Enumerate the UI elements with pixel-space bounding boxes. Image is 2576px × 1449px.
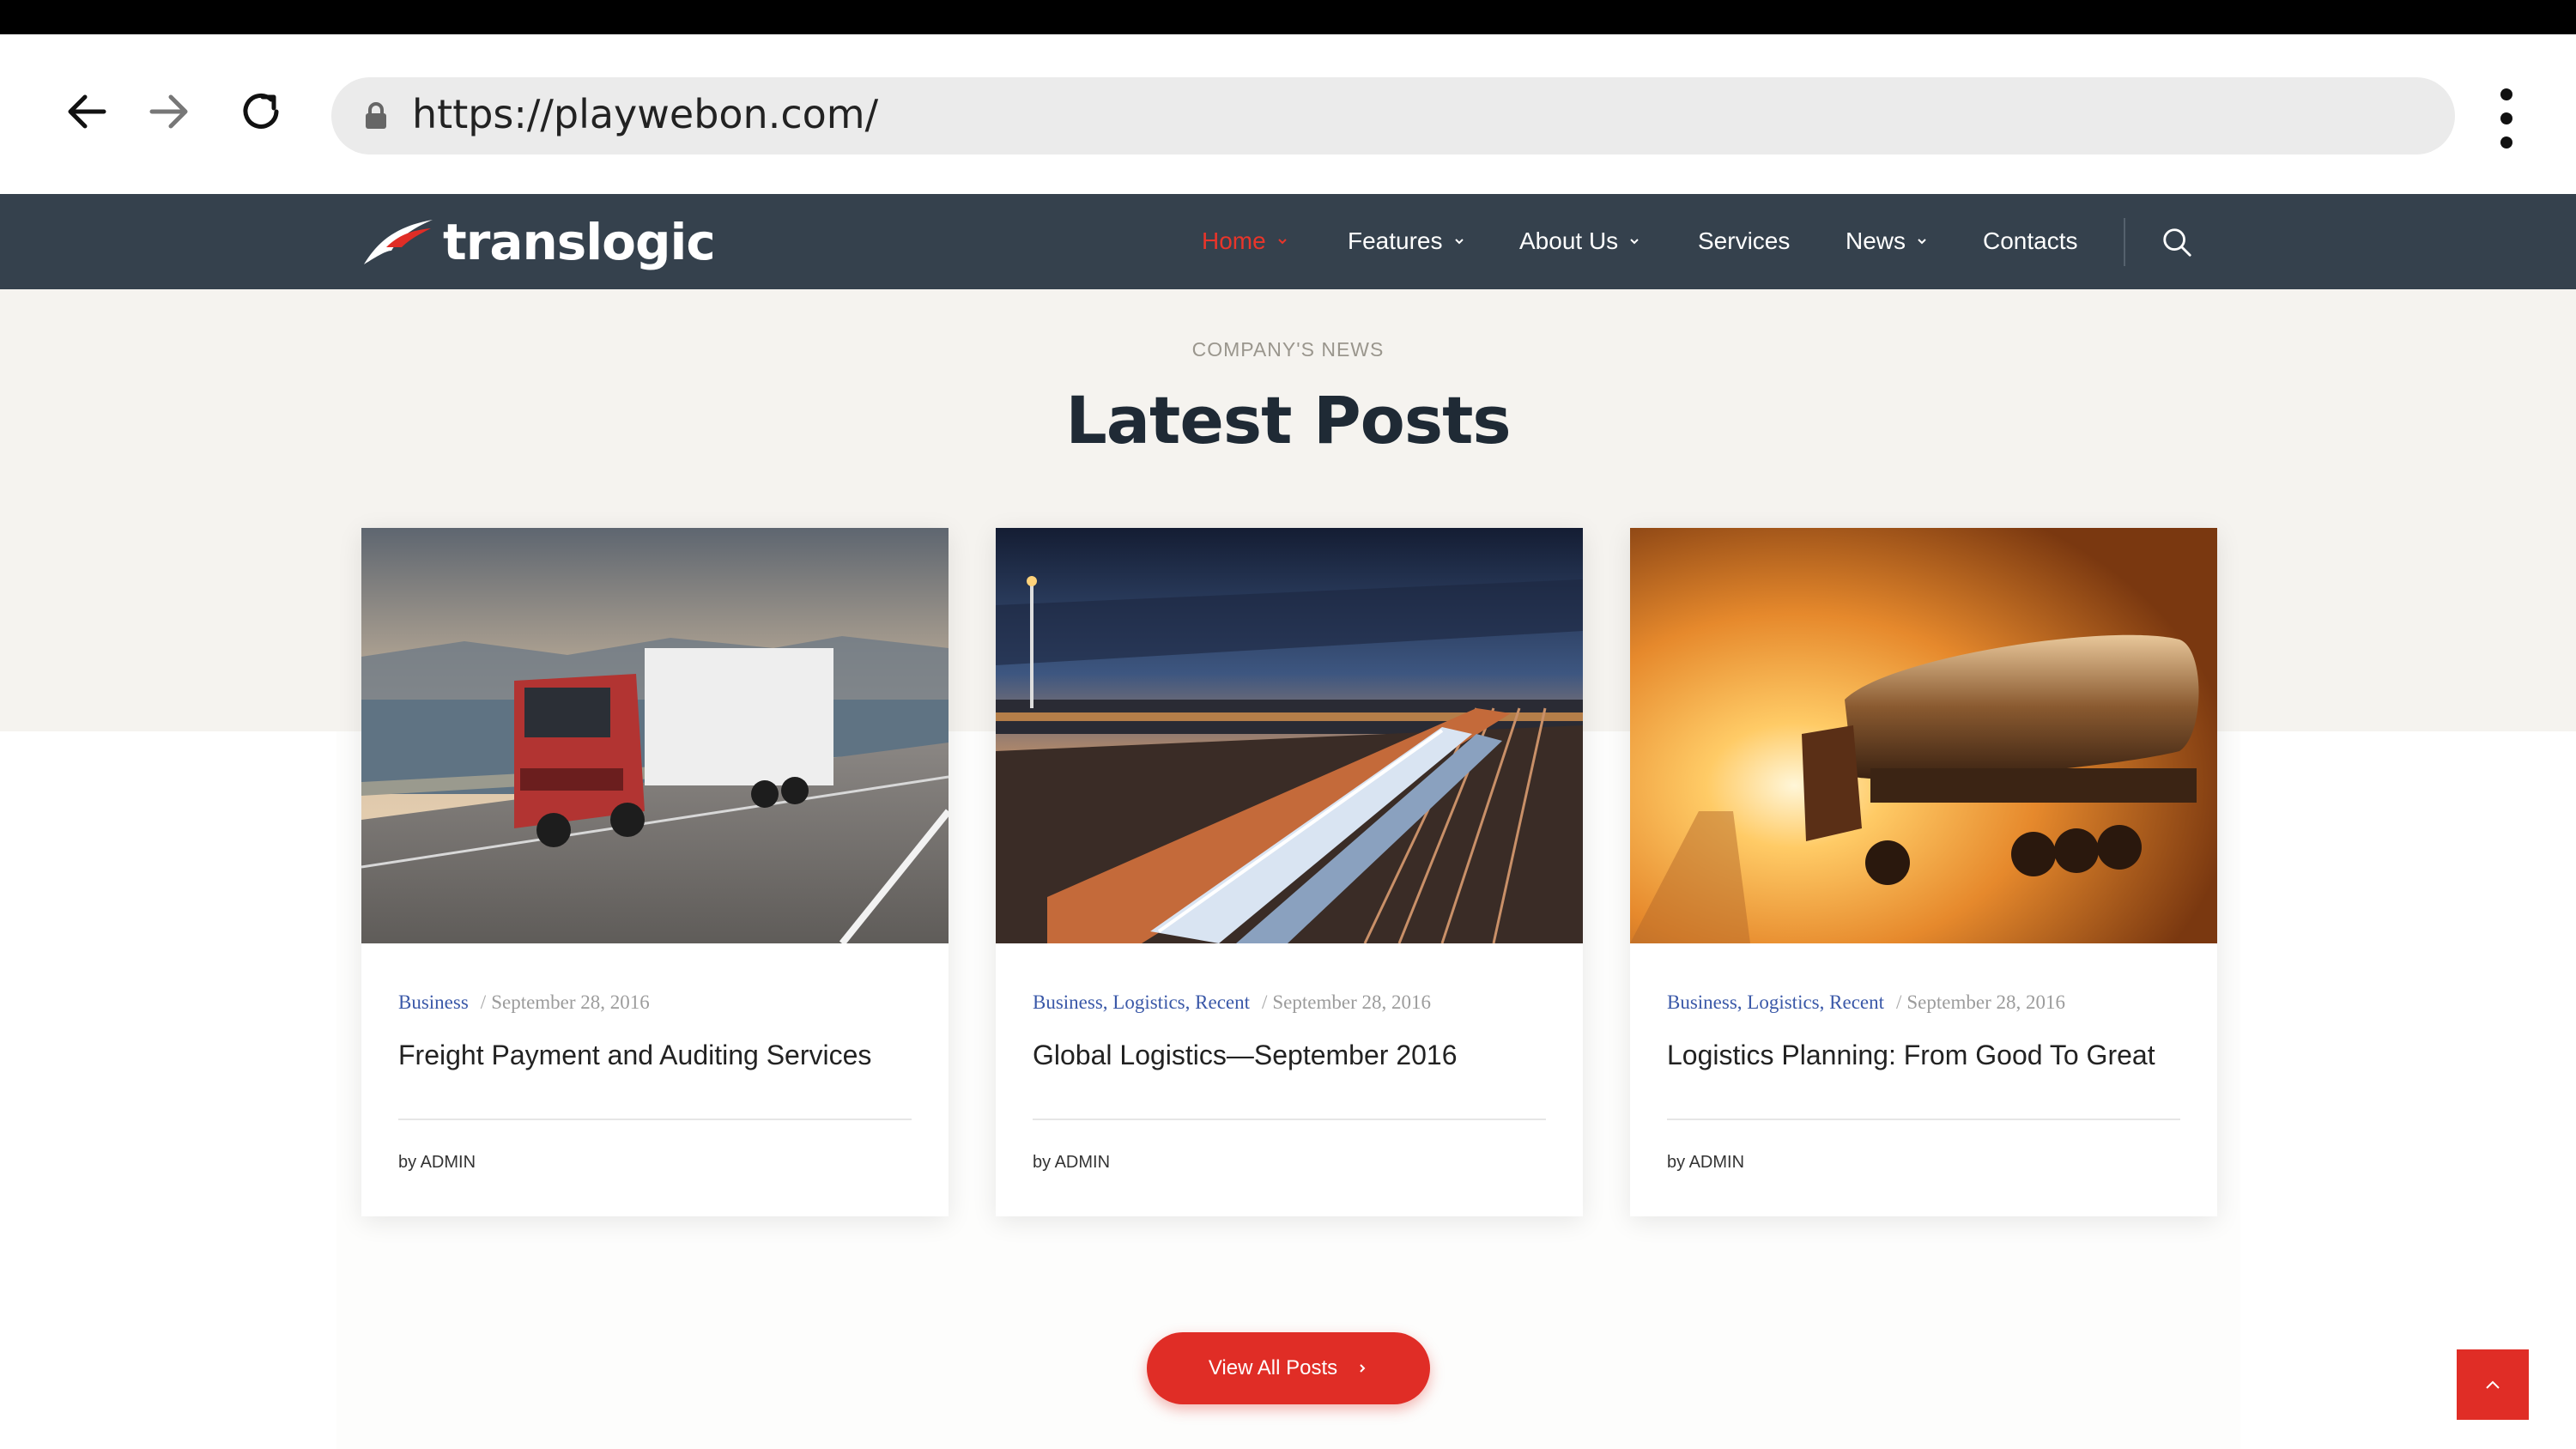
back-button[interactable]	[57, 82, 117, 142]
post-card[interactable]: Business, Logistics, Recent / September 28…	[996, 528, 1583, 1216]
category-link[interactable]: Recent	[1195, 991, 1250, 1013]
card-divider	[1667, 1119, 2180, 1120]
post-title[interactable]: Global Logistics—September 2016	[1033, 1040, 1458, 1071]
kebab-menu-icon	[2500, 88, 2512, 100]
post-date: September 28, 2016	[491, 991, 650, 1013]
nav-label: About Us	[1519, 227, 1619, 254]
post-image-tanker[interactable]	[1630, 528, 2217, 943]
search-button[interactable]	[2156, 218, 2197, 266]
category-link[interactable]: Logistics	[1112, 991, 1185, 1013]
nav-item-features[interactable]: Features	[1348, 220, 1465, 263]
post-meta: Business, Logistics, Recent / September 28…	[1667, 991, 2065, 1013]
nav-label: Home	[1202, 227, 1266, 254]
post-image-rail-yard[interactable]	[996, 528, 1583, 943]
chevron-down-icon	[1277, 239, 1287, 245]
post-meta: Business / September 28, 2016	[398, 991, 650, 1013]
arrow-right-icon	[149, 94, 188, 129]
chevron-down-icon	[1630, 239, 1639, 245]
logo-text: translogic	[443, 212, 716, 271]
post-author: by ADMIN	[1033, 1153, 1111, 1172]
card-divider	[1033, 1119, 1546, 1120]
post-author: by ADMIN	[1667, 1153, 1745, 1172]
section-eyebrow: COMPANY'S NEWS	[1191, 338, 1385, 361]
logo-swoosh-icon	[364, 219, 433, 264]
nav-label: News	[1846, 227, 1906, 254]
nav-item-news[interactable]: News	[1846, 220, 1928, 263]
chevron-up-icon	[2486, 1380, 2500, 1389]
nav-item-home[interactable]: Home	[1202, 220, 1288, 263]
reload-button[interactable]	[231, 82, 291, 142]
url-text[interactable]: https://playwebon.com/	[412, 91, 878, 137]
post-title[interactable]: Freight Payment and Auditing Services	[398, 1040, 871, 1071]
nav-item-services[interactable]: Services	[1698, 220, 1790, 263]
post-author: by ADMIN	[398, 1153, 476, 1172]
chevron-down-icon	[1454, 239, 1464, 245]
category-link[interactable]: Recent	[1829, 991, 1884, 1013]
nav-label: Services	[1698, 227, 1791, 254]
post-card[interactable]: Business / September 28, 2016 Freight Paym…	[361, 528, 949, 1216]
site-header: translogic Home Features About Us Servic…	[0, 194, 2576, 289]
chevron-right-icon	[1360, 1364, 1366, 1373]
lock-icon	[366, 102, 386, 129]
view-all-posts-button[interactable]: View All Posts	[1147, 1332, 1430, 1404]
category-link[interactable]: Business	[1033, 991, 1103, 1013]
reload-icon	[243, 93, 279, 129]
search-icon	[2163, 228, 2191, 257]
nav-divider	[2124, 218, 2125, 266]
category-link[interactable]: Business	[398, 991, 469, 1013]
view-all-label: View All Posts	[1208, 1356, 1338, 1379]
post-image-truck[interactable]	[361, 528, 949, 943]
card-divider	[398, 1119, 912, 1120]
post-date: September 28, 2016	[1272, 991, 1431, 1013]
chevron-down-icon	[1918, 239, 1926, 245]
nav-item-about-us[interactable]: About Us	[1519, 220, 1640, 263]
post-meta: Business, Logistics, Recent / September 28…	[1033, 991, 1431, 1013]
browser-toolbar: https://playwebon.com/	[0, 34, 2576, 194]
section-title: Latest Posts	[1065, 382, 1511, 458]
post-card[interactable]: Business, Logistics, Recent / September 28…	[1630, 528, 2217, 1216]
post-title[interactable]: Logistics Planning: From Good To Great	[1667, 1040, 2155, 1071]
system-status-bar	[0, 0, 2576, 34]
scroll-to-top-button[interactable]	[2457, 1349, 2529, 1420]
nav-item-contacts[interactable]: Contacts	[1983, 220, 2078, 263]
address-bar[interactable]: https://playwebon.com/	[331, 77, 2455, 155]
category-link[interactable]: Business	[1667, 991, 1737, 1013]
browser-menu-button[interactable]	[2489, 88, 2524, 149]
arrow-left-icon	[68, 94, 106, 129]
post-date: September 28, 2016	[1906, 991, 2065, 1013]
nav-label: Contacts	[1983, 227, 2078, 254]
category-link[interactable]: Logistics	[1747, 991, 1819, 1013]
site-logo[interactable]: translogic	[361, 209, 716, 274]
forward-button[interactable]	[139, 82, 199, 142]
nav-label: Features	[1348, 227, 1443, 254]
